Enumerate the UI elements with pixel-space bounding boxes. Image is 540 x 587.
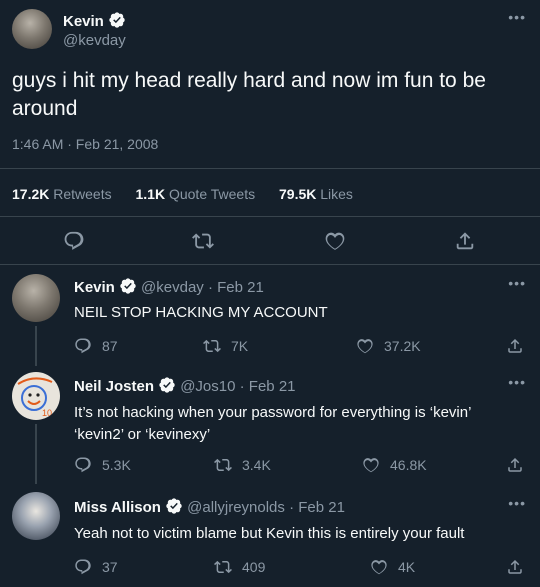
divider xyxy=(0,216,540,217)
retweet-button[interactable]: 3.4K xyxy=(214,456,271,474)
avatar[interactable] xyxy=(12,492,60,540)
reply-text: Yeah not to victim blame but Kevin this … xyxy=(74,525,465,542)
main-action-bar xyxy=(0,230,540,254)
heart-icon[interactable] xyxy=(324,230,346,252)
retweet-icon xyxy=(214,558,232,576)
reply-icon[interactable] xyxy=(63,230,85,252)
quotes-count: 1.1K xyxy=(135,186,166,202)
reply-date[interactable]: · Feb 21 xyxy=(208,279,264,296)
reply-count: 37 xyxy=(102,559,118,575)
retweet-count: 409 xyxy=(242,559,266,575)
divider xyxy=(0,264,540,265)
like-button[interactable]: 4K xyxy=(370,558,415,576)
retweet-icon xyxy=(214,456,232,474)
avatar[interactable] xyxy=(12,274,60,322)
reply-button[interactable]: 87 xyxy=(74,337,118,355)
share-button[interactable] xyxy=(506,558,534,576)
action-bar: 5.3K 3.4K 46.8K xyxy=(0,456,540,480)
verified-badge-icon xyxy=(108,11,126,29)
author-name[interactable]: Kevin xyxy=(63,13,104,30)
retweet-icon xyxy=(203,337,221,355)
tweet-text: guys i hit my head really hard and now i… xyxy=(12,69,486,120)
like-button[interactable]: 37.2K xyxy=(356,337,421,355)
reply-text: It’s not hacking when your password for … xyxy=(74,404,471,443)
quotes-stat[interactable]: 1.1K Quote Tweets xyxy=(136,186,260,202)
reply-button[interactable]: 5.3K xyxy=(74,456,131,474)
like-count: 37.2K xyxy=(384,338,421,354)
reply-text: NEIL STOP HACKING MY ACCOUNT xyxy=(74,304,328,321)
retweet-count: 3.4K xyxy=(242,457,271,473)
retweet-icon[interactable] xyxy=(192,230,214,252)
verified-badge-icon xyxy=(158,376,176,394)
avatar[interactable] xyxy=(12,9,52,49)
author-handle[interactable]: @Jos10 xyxy=(180,378,235,395)
reply-icon xyxy=(74,337,92,355)
more-dots-icon[interactable]: ••• xyxy=(508,374,526,390)
heart-icon xyxy=(362,456,380,474)
like-button[interactable]: 46.8K xyxy=(362,456,427,474)
tweet-timestamp[interactable]: 1:46 AM · Feb 21, 2008 xyxy=(12,136,158,152)
reply-count: 5.3K xyxy=(102,457,131,473)
avatar[interactable]: 10 xyxy=(12,372,60,420)
avatar-number: 10 xyxy=(42,408,52,418)
likes-label: Likes xyxy=(320,186,353,202)
reply-icon xyxy=(74,456,92,474)
retweet-button[interactable]: 409 xyxy=(214,558,265,576)
drawn-face-icon: 10 xyxy=(17,377,53,418)
author-name[interactable]: Miss Allison xyxy=(74,499,161,516)
more-dots-icon[interactable]: ••• xyxy=(508,9,526,25)
reply-count: 87 xyxy=(102,338,118,354)
reply-date[interactable]: · Feb 21 xyxy=(289,499,345,516)
retweets-label: Retweets xyxy=(53,186,112,202)
verified-badge-icon xyxy=(165,497,183,515)
reply-button[interactable]: 37 xyxy=(74,558,118,576)
more-dots-icon[interactable]: ••• xyxy=(508,495,526,511)
share-button[interactable] xyxy=(506,337,534,355)
share-icon[interactable] xyxy=(454,230,476,252)
author-handle[interactable]: @kevday xyxy=(141,279,204,296)
heart-icon xyxy=(356,337,374,355)
reply-date[interactable]: · Feb 21 xyxy=(240,378,296,395)
heart-icon xyxy=(370,558,388,576)
author-block: Kevin @kevday xyxy=(63,11,126,51)
action-bar: 87 7K 37.2K xyxy=(0,337,540,361)
share-icon xyxy=(506,337,524,355)
divider xyxy=(0,168,540,169)
author-name[interactable]: Kevin xyxy=(74,279,115,296)
author-name[interactable]: Neil Josten xyxy=(74,378,154,395)
likes-stat[interactable]: 79.5K Likes xyxy=(279,186,353,202)
retweet-count: 7K xyxy=(231,338,249,354)
tweet-stats: 17.2K Retweets 1.1K Quote Tweets 79.5K L… xyxy=(12,186,353,202)
reply-icon xyxy=(74,558,92,576)
quotes-label: Quote Tweets xyxy=(168,186,256,202)
verified-badge-icon xyxy=(119,277,137,295)
retweets-count: 17.2K xyxy=(12,186,50,202)
share-icon xyxy=(506,456,524,474)
share-button[interactable] xyxy=(506,456,534,474)
likes-count: 79.5K xyxy=(279,186,317,202)
retweets-stat[interactable]: 17.2K Retweets xyxy=(12,186,116,202)
author-handle[interactable]: @kevday xyxy=(63,31,126,51)
action-bar: 37 409 4K xyxy=(0,558,540,582)
retweet-button[interactable]: 7K xyxy=(203,337,248,355)
like-count: 46.8K xyxy=(390,457,427,473)
author-handle[interactable]: @allyjreynolds xyxy=(187,499,285,516)
share-icon xyxy=(506,558,524,576)
like-count: 4K xyxy=(398,559,416,575)
more-dots-icon[interactable]: ••• xyxy=(508,275,526,291)
